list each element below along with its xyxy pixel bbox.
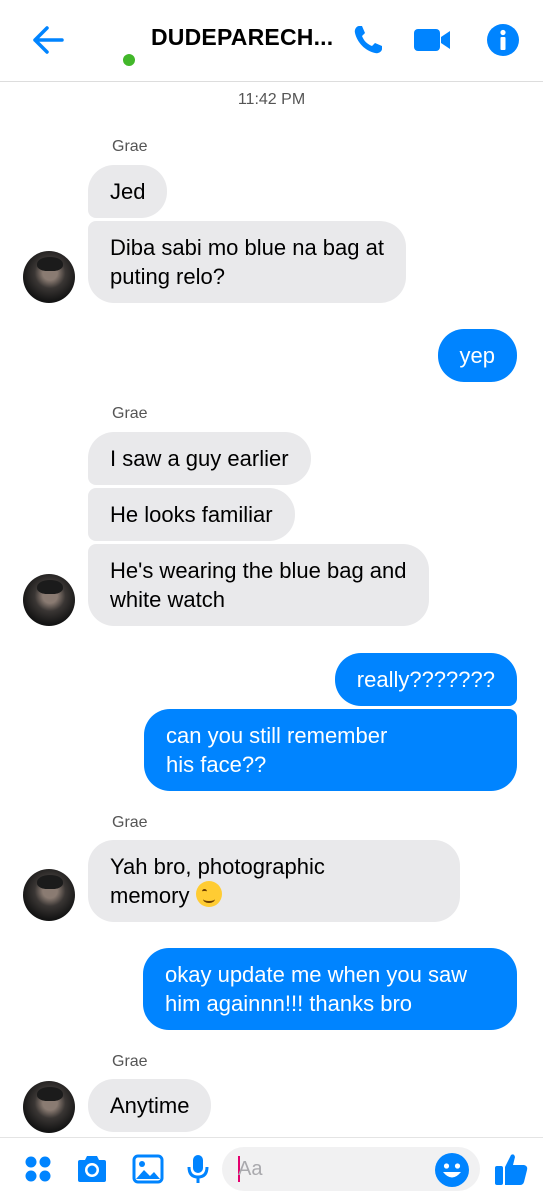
back-button[interactable]: [28, 20, 68, 60]
microphone-icon: [187, 1155, 209, 1183]
message-input-field[interactable]: [222, 1147, 480, 1191]
message-text: He's wearing the blue bag and: [110, 558, 407, 583]
avatar[interactable]: [23, 251, 75, 303]
message-text: really???????: [356, 667, 495, 692]
voice-clip-button[interactable]: [180, 1151, 216, 1187]
emoji-button[interactable]: [434, 1152, 470, 1188]
active-status-dot: [121, 52, 137, 68]
message-input[interactable]: [238, 1155, 428, 1183]
apps-grid-icon: [25, 1156, 51, 1182]
message-text: memory: [110, 883, 190, 908]
thumbs-up-icon: [495, 1154, 528, 1185]
sender-name: Grae: [112, 814, 148, 831]
like-button[interactable]: [493, 1151, 529, 1187]
outgoing-message-bubble[interactable]: okay update me when you saw him againnn!…: [143, 948, 517, 1030]
sender-name: Grae: [112, 405, 148, 422]
emoji-icon: [435, 1153, 469, 1187]
message-list[interactable]: 11:42 PM Grae Jed Diba sabi mo blue na b…: [0, 83, 543, 1137]
avatar[interactable]: [23, 1081, 75, 1133]
incoming-message-bubble[interactable]: He looks familiar: [88, 488, 295, 541]
message-text: puting relo?: [110, 264, 225, 289]
message-text: Yah bro, photographic: [110, 854, 325, 879]
more-actions-button[interactable]: [20, 1151, 56, 1187]
outgoing-message-bubble[interactable]: can you still remember his face??: [144, 709, 517, 791]
conversation-info-button[interactable]: [481, 18, 525, 62]
sender-name: Grae: [112, 138, 148, 155]
message-composer: [0, 1137, 543, 1200]
message-text: Jed: [110, 179, 146, 204]
conversation-header: DUDEPARECH...: [0, 0, 543, 82]
message-text: okay update me when you saw: [165, 962, 468, 987]
voice-call-button[interactable]: [346, 18, 390, 62]
phone-icon: [354, 26, 382, 54]
image-icon: [132, 1154, 164, 1184]
message-text: Diba sabi mo blue na bag at: [110, 235, 384, 260]
message-text: him againnn!!! thanks bro: [165, 991, 413, 1016]
message-text: I saw a guy earlier: [110, 446, 289, 471]
avatar[interactable]: [23, 574, 75, 626]
message-text: his face??: [166, 752, 267, 777]
gallery-button[interactable]: [130, 1151, 166, 1187]
message-text: can you still remember: [166, 723, 388, 748]
camera-icon: [78, 1156, 106, 1182]
sender-name: Grae: [112, 1053, 148, 1070]
outgoing-message-bubble[interactable]: yep: [437, 329, 517, 382]
message-text: yep: [459, 343, 495, 368]
incoming-message-bubble[interactable]: I saw a guy earlier: [88, 432, 311, 485]
incoming-message-bubble[interactable]: Yah bro, photographic memory: [88, 840, 460, 922]
conversation-title[interactable]: DUDEPARECH...: [151, 24, 336, 51]
message-text: Anytime: [110, 1093, 190, 1118]
incoming-message-bubble[interactable]: Jed: [88, 165, 168, 218]
info-icon: [487, 24, 519, 56]
video-camera-icon: [414, 29, 450, 51]
avatar[interactable]: [23, 869, 75, 921]
video-call-button[interactable]: [410, 18, 454, 62]
outgoing-message-bubble[interactable]: really???????: [334, 653, 517, 706]
incoming-message-bubble[interactable]: Diba sabi mo blue na bag at puting relo?: [88, 221, 406, 303]
message-text: He looks familiar: [110, 502, 273, 527]
incoming-message-bubble[interactable]: He's wearing the blue bag and white watc…: [88, 544, 429, 626]
camera-button[interactable]: [74, 1151, 110, 1187]
incoming-message-bubble[interactable]: Anytime: [88, 1079, 212, 1132]
back-arrow-icon: [33, 26, 64, 54]
thread-timestamp: 11:42 PM: [237, 91, 306, 108]
message-text: white watch: [110, 587, 225, 612]
winking-face-emoji: [195, 881, 222, 907]
